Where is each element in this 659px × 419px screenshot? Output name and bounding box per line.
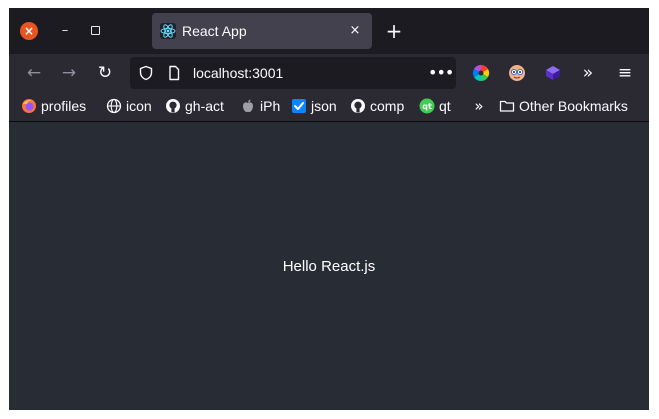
- apple-icon: [240, 98, 256, 114]
- bookmark-json[interactable]: json: [291, 97, 337, 115]
- bookmark-icon[interactable]: icon: [106, 97, 152, 115]
- extensions-overflow-button[interactable]: »: [578, 63, 598, 83]
- bookmark-label: qt: [439, 98, 451, 114]
- bookmark-label: gh-act: [185, 98, 224, 114]
- page-actions-button[interactable]: •••: [428, 63, 454, 83]
- hello-text: Hello React.js: [282, 258, 376, 275]
- face-extension-icon[interactable]: [508, 64, 526, 82]
- qt-icon: qt: [419, 98, 435, 114]
- window-close-button[interactable]: ×: [20, 22, 38, 40]
- tab-react-app[interactable]: React App ×: [152, 13, 372, 49]
- app-menu-button[interactable]: ≡: [615, 63, 635, 83]
- purple-cube-icon[interactable]: [544, 64, 562, 82]
- reload-button[interactable]: ↻: [95, 63, 115, 83]
- navigation-toolbar: ← → ↻ localhost:3001 ••• » ≡: [9, 54, 649, 92]
- page-icon[interactable]: [166, 65, 182, 81]
- bookmark-profiles[interactable]: profiles: [21, 97, 86, 115]
- browser-window: × – React App × + ← → ↻ localhost:3001 •…: [9, 8, 649, 410]
- bookmarks-toolbar: profiles icon gh-act iPh json comp qt qt…: [9, 92, 649, 122]
- shield-icon[interactable]: [138, 65, 154, 81]
- bookmark-label: profiles: [41, 98, 87, 114]
- github-icon: [165, 98, 181, 114]
- checkbox-icon: [291, 98, 307, 114]
- bookmark-label: iPh: [260, 98, 281, 114]
- bookmark-other-bookmarks[interactable]: Other Bookmarks: [499, 97, 628, 115]
- window-minimize-button[interactable]: –: [56, 22, 74, 40]
- react-icon: [160, 23, 176, 39]
- back-button[interactable]: ←: [24, 63, 44, 83]
- bookmark-comp[interactable]: comp: [350, 97, 404, 115]
- new-tab-button[interactable]: +: [384, 21, 404, 41]
- tab-strip: × – React App × +: [9, 8, 649, 54]
- globe-icon: [106, 98, 122, 114]
- page-content: Hello React.js: [9, 122, 649, 410]
- bookmark-iph[interactable]: iPh: [240, 97, 280, 115]
- color-wheel-icon[interactable]: [472, 64, 490, 82]
- svg-text:qt: qt: [422, 102, 432, 111]
- bookmark-label: json: [311, 98, 337, 114]
- bookmark-qt[interactable]: qt qt: [419, 97, 451, 115]
- bookmark-label: comp: [370, 98, 405, 114]
- bookmark-label: Other Bookmarks: [519, 98, 628, 114]
- bookmark-gh-act[interactable]: gh-act: [165, 97, 224, 115]
- tab-close-button[interactable]: ×: [346, 22, 364, 40]
- bookmark-label: icon: [126, 98, 152, 114]
- forward-button[interactable]: →: [59, 63, 79, 83]
- url-text[interactable]: localhost:3001: [193, 65, 283, 81]
- bookmarks-overflow-button[interactable]: »: [470, 97, 488, 115]
- firefox-icon: [21, 98, 37, 114]
- tab-title: React App: [182, 23, 247, 39]
- github-icon: [350, 98, 366, 114]
- window-maximize-button[interactable]: [91, 26, 100, 35]
- url-bar[interactable]: localhost:3001 •••: [130, 57, 456, 89]
- folder-icon: [499, 98, 515, 114]
